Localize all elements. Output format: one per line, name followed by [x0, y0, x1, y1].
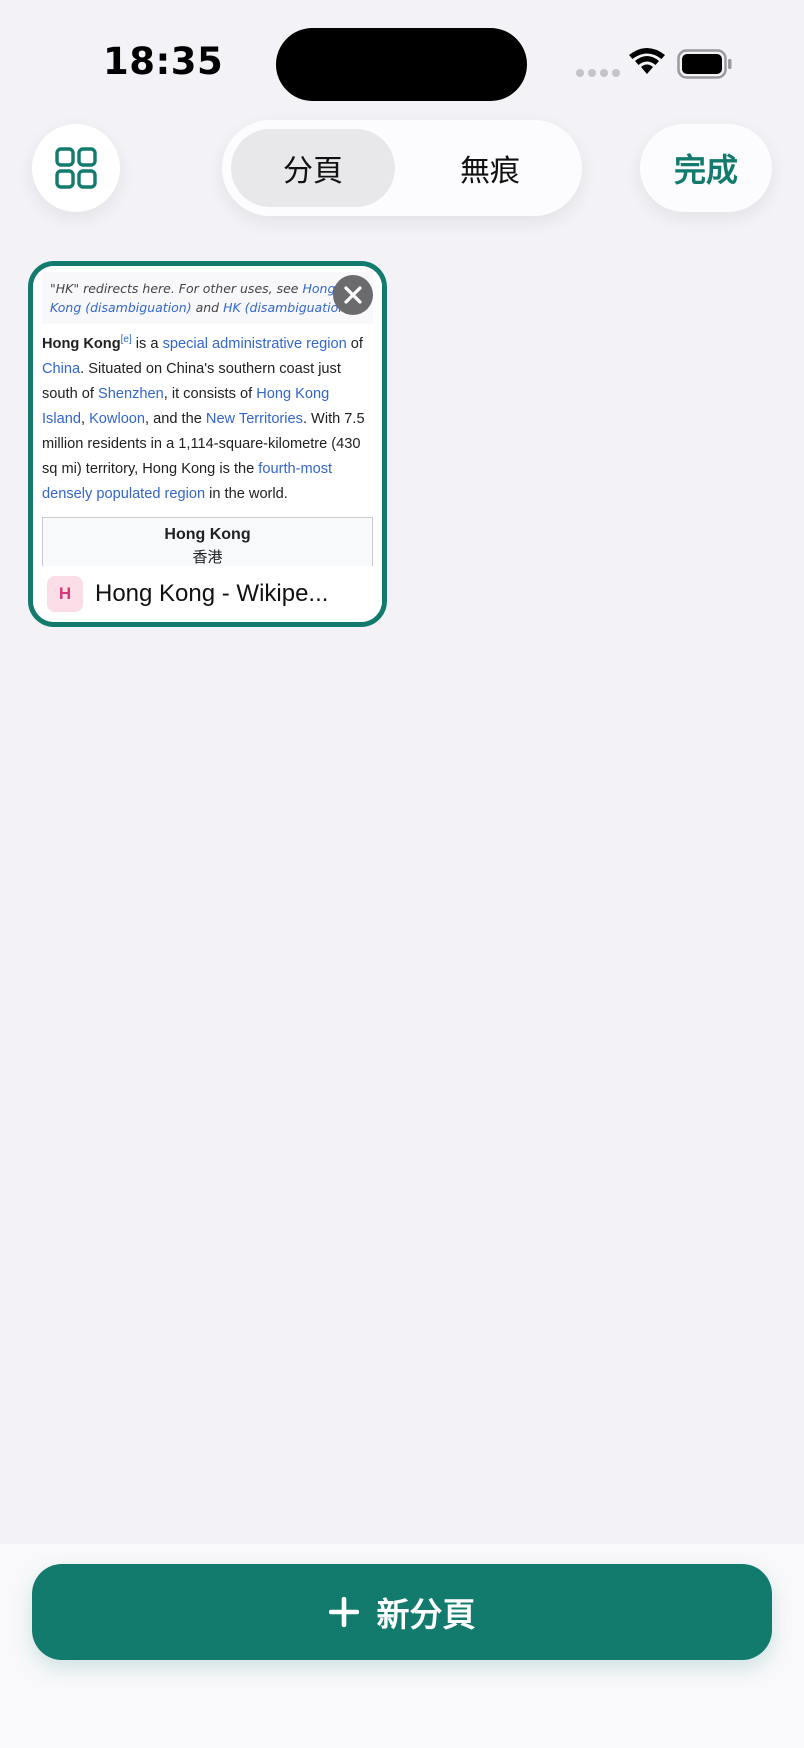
article-link: China	[42, 361, 81, 377]
article-link: New Territories	[205, 411, 303, 427]
article-text: , it consists of	[163, 386, 257, 402]
hatnote-text: and	[191, 300, 224, 315]
dynamic-island	[276, 28, 527, 101]
favicon: H	[47, 576, 83, 612]
segment-private[interactable]: 無痕	[408, 129, 572, 207]
article-link: Kowloon	[89, 411, 146, 427]
article-text: in the world.	[205, 486, 288, 502]
infobox-title: Hong Kong	[164, 526, 251, 543]
tab-grid-button[interactable]	[32, 124, 120, 212]
article-text: is a	[131, 336, 163, 352]
close-tab-button[interactable]	[333, 275, 373, 315]
wifi-icon	[629, 48, 665, 74]
done-button[interactable]: 完成	[640, 124, 772, 212]
article-subject: Hong Kong	[42, 336, 121, 352]
new-tab-button[interactable]: 新分頁	[32, 1564, 772, 1660]
article-link: special administrative region	[162, 336, 347, 352]
battery-icon	[677, 49, 732, 79]
footnote-marker: [e]	[120, 334, 132, 346]
status-time: 18:35	[103, 40, 224, 83]
tab-card[interactable]: "HK" redirects here. For other uses, see…	[28, 261, 387, 627]
cellular-signal-icon	[576, 69, 620, 77]
tab-title: Hong Kong - Wikipe...	[95, 580, 329, 607]
segment-tabs[interactable]: 分頁	[231, 129, 395, 207]
tab-footer: H Hong Kong - Wikipe...	[33, 566, 382, 622]
tab-mode-segmented-control: 分頁 無痕	[222, 120, 582, 216]
plus-icon	[328, 1597, 359, 1627]
close-icon	[344, 286, 362, 304]
article-text: of	[346, 336, 363, 352]
infobox: Hong Kong 香港	[42, 517, 373, 566]
article-text: , and the	[145, 411, 206, 427]
hatnote: "HK" redirects here. For other uses, see…	[42, 272, 373, 324]
tab-switcher-screen: 18:35 分頁 無痕 完成 "HK" redirects here. For …	[0, 0, 804, 1748]
grid-icon	[55, 147, 97, 189]
hatnote-link-hk-disambiguation: HK (disambiguation)	[223, 300, 352, 315]
article-link: Shenzhen	[97, 386, 164, 402]
new-tab-label: 新分頁	[376, 1595, 476, 1634]
tab-preview: "HK" redirects here. For other uses, see…	[33, 266, 382, 566]
hatnote-text: "HK" redirects here. For other uses, see	[50, 281, 303, 296]
article-text: ,	[80, 411, 90, 427]
article-lead-paragraph: Hong Kong[e] is a special administrative…	[42, 332, 373, 507]
infobox-native-name: 香港	[192, 549, 223, 566]
